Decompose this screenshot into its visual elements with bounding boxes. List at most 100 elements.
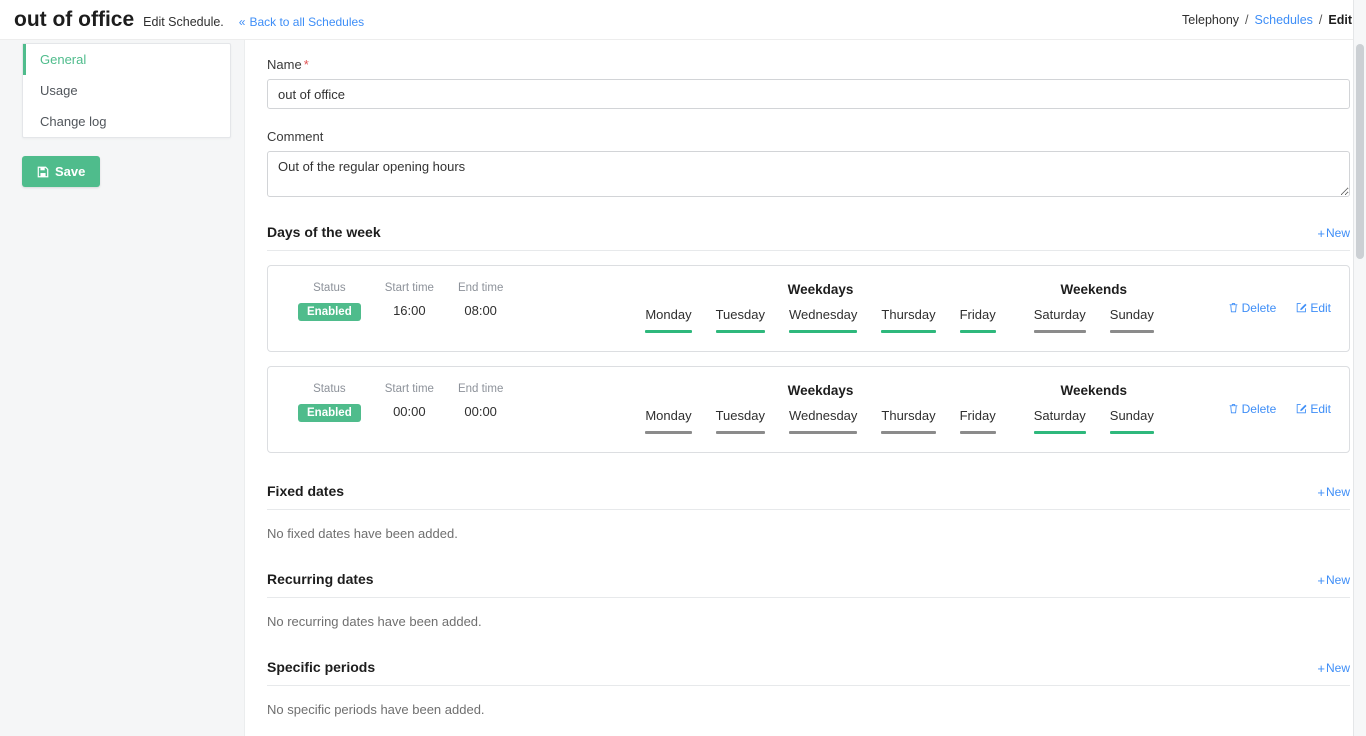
edit-label: Edit — [1310, 402, 1331, 416]
day-tuesday: Tuesday — [716, 408, 765, 434]
day-tuesday: Tuesday — [716, 307, 765, 333]
day-thursday: Thursday — [881, 408, 935, 434]
weekends-row: Saturday Sunday — [1034, 307, 1154, 333]
day-name: Friday — [960, 408, 996, 423]
day-status-bar — [1110, 431, 1154, 434]
new-fixed-date-link[interactable]: + New — [1317, 485, 1350, 499]
weekdays-title: Weekdays — [788, 282, 854, 297]
start-time-label: Start time — [385, 282, 434, 294]
start-time-column: Start time 00:00 — [385, 383, 434, 419]
new-day-entry-link[interactable]: + New — [1317, 226, 1350, 240]
save-icon — [37, 166, 49, 178]
sidebar: General Usage Change log Save — [0, 40, 245, 736]
back-link-label: Back to all Schedules — [249, 15, 364, 29]
specific-periods-section: Specific periods + New No specific perio… — [267, 659, 1350, 717]
day-status-bar — [1110, 330, 1154, 333]
days-of-week-title: Days of the week — [267, 224, 381, 240]
day-status-bar — [716, 431, 765, 434]
weekends-group: Weekends Saturday Sunday — [1034, 282, 1154, 333]
sidebar-item-change-log[interactable]: Change log — [23, 106, 230, 137]
end-time-label: End time — [458, 383, 503, 395]
weekends-title: Weekends — [1061, 383, 1128, 398]
page-title: out of office — [14, 8, 134, 32]
edit-icon — [1296, 403, 1307, 414]
day-status-bar — [881, 431, 935, 434]
recurring-dates-empty-message: No recurring dates have been added. — [267, 614, 1350, 629]
day-name: Saturday — [1034, 307, 1086, 322]
vertical-scrollbar-track[interactable] — [1353, 0, 1366, 736]
day-status-bar — [716, 330, 765, 333]
end-time-value: 00:00 — [464, 404, 497, 419]
new-specific-period-link[interactable]: + New — [1317, 661, 1350, 675]
delete-entry-button[interactable]: Delete — [1228, 402, 1277, 416]
weekdays-title: Weekdays — [788, 383, 854, 398]
day-wednesday: Wednesday — [789, 408, 857, 434]
day-name: Sunday — [1110, 408, 1154, 423]
status-column: Status Enabled — [298, 282, 361, 321]
delete-label: Delete — [1242, 301, 1277, 315]
breadcrumb-item-telephony: Telephony — [1182, 13, 1239, 27]
day-status-bar — [881, 330, 935, 333]
new-link-label: New — [1326, 485, 1350, 499]
edit-label: Edit — [1310, 301, 1331, 315]
day-saturday: Saturday — [1034, 307, 1086, 333]
start-time-value: 16:00 — [393, 303, 426, 318]
header-left: out of office Edit Schedule. « Back to a… — [14, 8, 364, 32]
start-time-label: Start time — [385, 383, 434, 395]
weekdays-row: Monday Tuesday Wednesday Thursday Friday — [645, 307, 995, 333]
back-to-schedules-link[interactable]: « Back to all Schedules — [239, 15, 364, 29]
trash-icon — [1228, 302, 1239, 313]
status-column: Status Enabled — [298, 383, 361, 422]
weekdays-group: Weekdays Monday Tuesday Wednesday Thursd… — [645, 383, 995, 434]
breadcrumb-separator: / — [1319, 13, 1322, 27]
edit-entry-button[interactable]: Edit — [1296, 301, 1331, 315]
day-status-bar — [789, 431, 857, 434]
delete-label: Delete — [1242, 402, 1277, 416]
end-time-column: End time 00:00 — [458, 383, 503, 419]
end-time-column: End time 08:00 — [458, 282, 503, 318]
end-time-label: End time — [458, 282, 503, 294]
day-name: Tuesday — [716, 307, 765, 322]
day-status-bar — [1034, 330, 1086, 333]
sidebar-item-general[interactable]: General — [23, 44, 230, 75]
comment-field-group: Comment Out of the regular opening hours — [267, 129, 1350, 202]
recurring-dates-title: Recurring dates — [267, 571, 374, 587]
sidebar-item-usage[interactable]: Usage — [23, 75, 230, 106]
page-subtitle: Edit Schedule. — [143, 15, 224, 29]
day-status-bar — [645, 431, 691, 434]
specific-periods-header: Specific periods + New — [267, 659, 1350, 686]
edit-icon — [1296, 302, 1307, 313]
name-input[interactable] — [267, 79, 1350, 109]
day-name: Thursday — [881, 307, 935, 322]
weekdays-row: Monday Tuesday Wednesday Thursday Friday — [645, 408, 995, 434]
recurring-dates-header: Recurring dates + New — [267, 571, 1350, 598]
save-button[interactable]: Save — [22, 156, 100, 187]
new-link-label: New — [1326, 573, 1350, 587]
day-sunday: Sunday — [1110, 408, 1154, 434]
plus-icon: + — [1317, 227, 1325, 240]
specific-periods-empty-message: No specific periods have been added. — [267, 702, 1350, 717]
end-time-value: 08:00 — [464, 303, 497, 318]
comment-textarea[interactable]: Out of the regular opening hours — [267, 151, 1350, 197]
save-button-label: Save — [55, 164, 85, 179]
fixed-dates-empty-message: No fixed dates have been added. — [267, 526, 1350, 541]
day-name: Sunday — [1110, 307, 1154, 322]
vertical-scrollbar-thumb[interactable] — [1356, 44, 1364, 259]
breadcrumb-item-schedules[interactable]: Schedules — [1255, 13, 1313, 27]
required-asterisk: * — [304, 57, 309, 72]
days-of-week-section: Days of the week + New Status Enabled St… — [267, 224, 1350, 453]
sidebar-menu: General Usage Change log — [22, 43, 231, 138]
day-name: Wednesday — [789, 408, 857, 423]
status-label: Status — [313, 282, 346, 294]
day-wednesday: Wednesday — [789, 307, 857, 333]
delete-entry-button[interactable]: Delete — [1228, 301, 1277, 315]
recurring-dates-section: Recurring dates + New No recurring dates… — [267, 571, 1350, 629]
breadcrumb: Telephony / Schedules / Edit — [1182, 13, 1352, 27]
plus-icon: + — [1317, 486, 1325, 499]
name-field-group: Name* — [267, 57, 1350, 109]
new-recurring-date-link[interactable]: + New — [1317, 573, 1350, 587]
day-status-bar — [645, 330, 691, 333]
day-name: Monday — [645, 408, 691, 423]
edit-entry-button[interactable]: Edit — [1296, 402, 1331, 416]
status-badge: Enabled — [298, 303, 361, 321]
